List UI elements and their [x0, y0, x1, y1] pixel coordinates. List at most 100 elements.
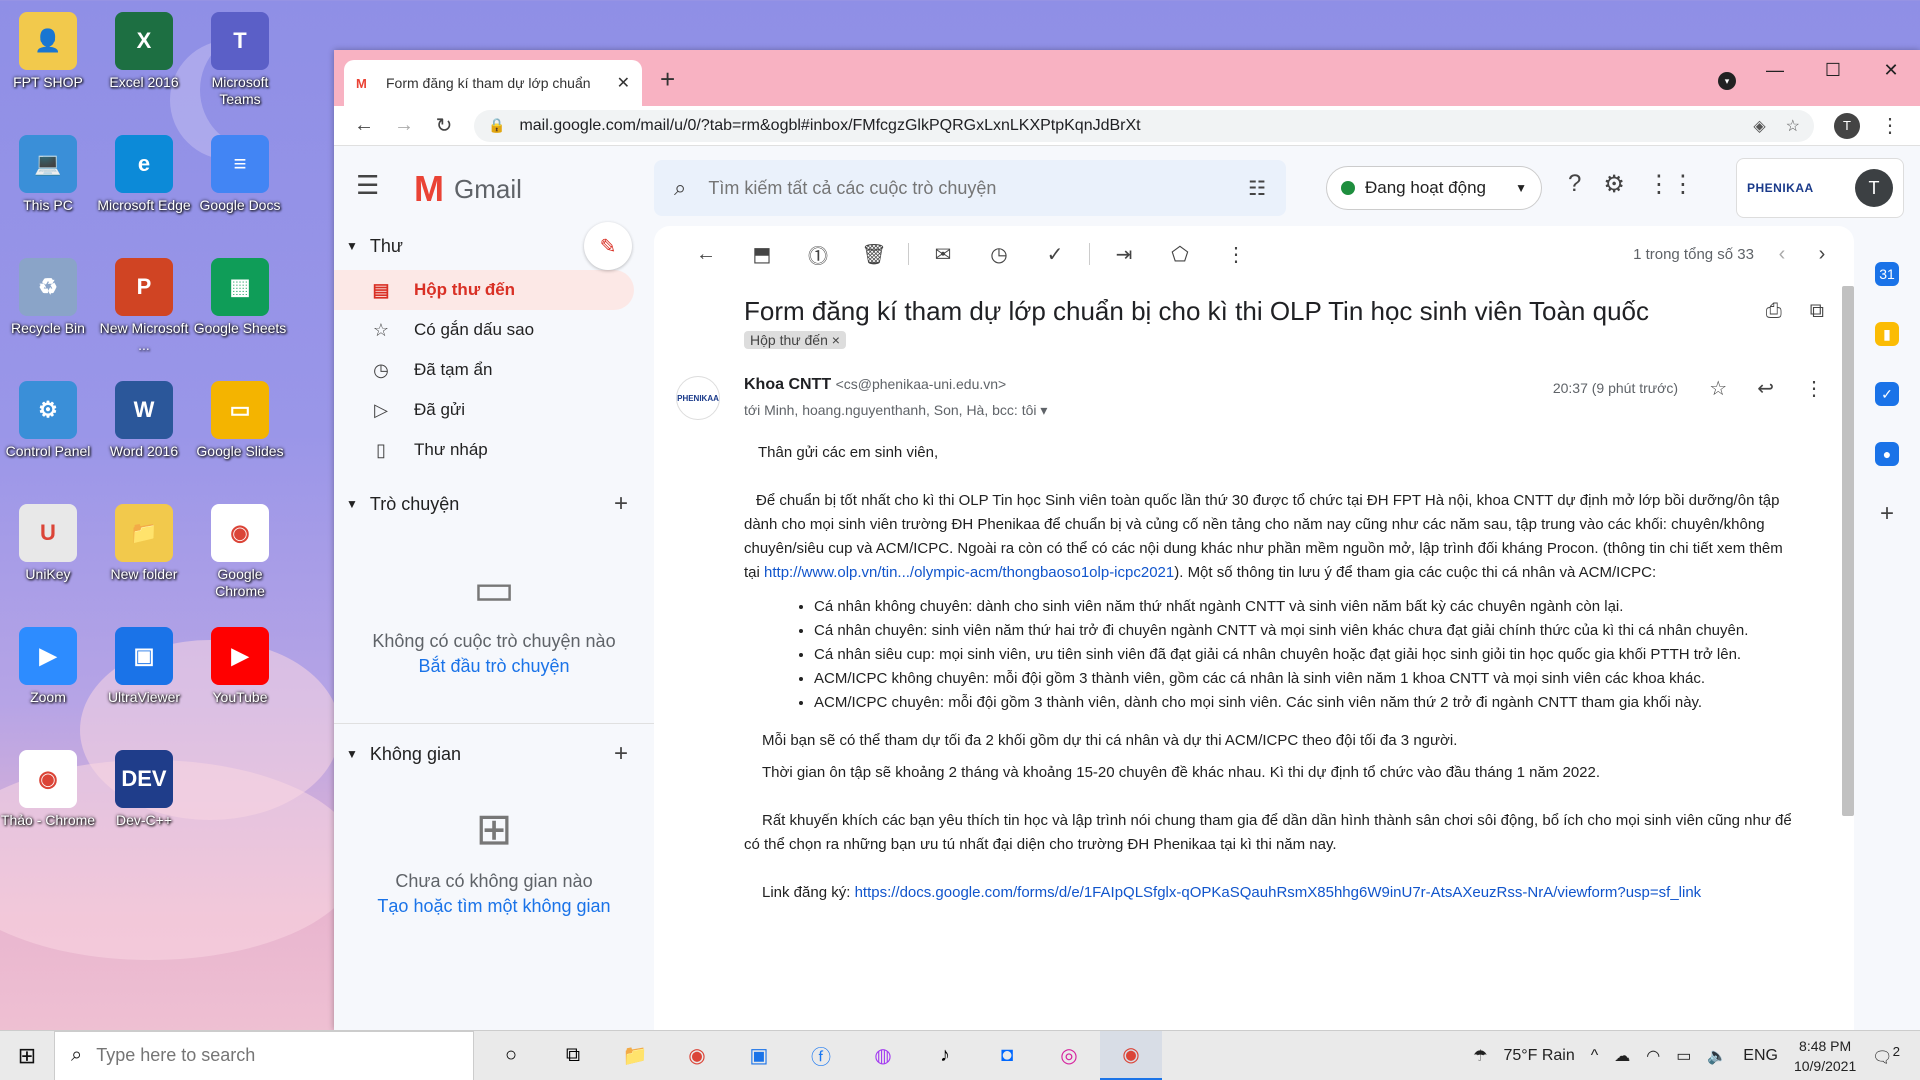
mark-unread-icon[interactable]: ✉: [915, 242, 971, 267]
scrollbar[interactable]: [1842, 286, 1854, 816]
desktop-icon[interactable]: ≡ Google Docs: [192, 127, 288, 214]
search-options-icon[interactable]: ☷: [1248, 176, 1266, 201]
delete-icon[interactable]: 🗑: [846, 242, 902, 267]
desktop-icon[interactable]: ◉ Thảo - Chrome: [0, 742, 96, 829]
facebook-icon[interactable]: ⓕ: [790, 1031, 852, 1080]
weather-text[interactable]: 75°F Rain: [1503, 1047, 1574, 1065]
clock[interactable]: 8:48 PM 10/9/2021: [1794, 1036, 1856, 1076]
desktop-icon[interactable]: 📁 New folder: [96, 496, 192, 583]
snooze-icon[interactable]: ◷: [971, 242, 1027, 267]
nav-item-send[interactable]: ▷ Đã gửi: [334, 390, 634, 430]
close-button[interactable]: ✕: [1862, 50, 1920, 90]
account-panel[interactable]: PHENIKAA T: [1736, 158, 1904, 218]
compose-button[interactable]: ✎: [584, 222, 632, 270]
chat-section-header[interactable]: ▼ Trò chuyện +: [334, 484, 654, 524]
nav-item-inbox[interactable]: ▤ Hộp thư đến: [334, 270, 634, 310]
desktop-icon[interactable]: P New Microsoft ...: [96, 250, 192, 354]
main-menu-icon[interactable]: ☰: [356, 170, 379, 201]
calendar-icon[interactable]: 31: [1875, 262, 1899, 286]
add-space-button[interactable]: +: [614, 740, 628, 768]
gmail-logo[interactable]: M Gmail: [414, 168, 522, 210]
chrome-icon[interactable]: ◉: [666, 1031, 728, 1080]
open-new-window-icon[interactable]: ⧉: [1810, 300, 1824, 323]
sender-name[interactable]: Khoa CNTT: [744, 376, 831, 393]
create-space-link[interactable]: Tạo hoặc tìm một không gian: [334, 896, 654, 917]
extension-icon[interactable]: ◈: [1753, 116, 1765, 136]
nav-item-star[interactable]: ☆ Có gắn dấu sao: [334, 310, 634, 350]
more-options-icon[interactable]: ⋮: [1208, 242, 1264, 267]
next-email-icon[interactable]: ›: [1810, 243, 1834, 266]
olp-link[interactable]: http://www.olp.vn/tin.../olympic-acm/tho…: [764, 564, 1174, 581]
gear-icon[interactable]: ⚙: [1603, 170, 1625, 199]
contacts-icon[interactable]: ●: [1875, 442, 1899, 466]
account-avatar[interactable]: T: [1855, 169, 1893, 207]
reload-button[interactable]: ↻: [424, 113, 464, 138]
forward-button[interactable]: →: [384, 114, 424, 137]
label-icon[interactable]: ⬠: [1152, 242, 1208, 267]
bookmark-star-icon[interactable]: ☆: [1786, 116, 1800, 136]
desktop-icon[interactable]: 👤 FPT SHOP: [0, 4, 96, 91]
chrome-profile-icon[interactable]: ◉: [1100, 1030, 1162, 1080]
tab-search-icon[interactable]: ▾: [1718, 72, 1736, 90]
report-spam-icon[interactable]: ⓵: [790, 240, 846, 269]
desktop-icon[interactable]: T Microsoft Teams: [192, 4, 288, 108]
desktop-icon[interactable]: X Excel 2016: [96, 4, 192, 91]
desktop-icon[interactable]: ⚙ Control Panel: [0, 373, 96, 460]
desktop-icon[interactable]: W Word 2016: [96, 373, 192, 460]
add-chat-button[interactable]: +: [614, 490, 628, 518]
desktop-icon[interactable]: e Microsoft Edge: [96, 127, 192, 214]
messenger-icon[interactable]: ◍: [852, 1031, 914, 1080]
reply-icon[interactable]: ↩: [1757, 376, 1774, 401]
keep-icon[interactable]: ▮: [1875, 322, 1899, 346]
archive-icon[interactable]: ⬒: [734, 242, 790, 267]
tab-close-button[interactable]: ✕: [617, 73, 630, 93]
search-icon[interactable]: ⌕: [674, 175, 686, 201]
tray-chevron-icon[interactable]: ^: [1591, 1047, 1599, 1065]
desktop-icon[interactable]: ▣ UltraViewer: [96, 619, 192, 706]
search-input[interactable]: [708, 177, 1249, 199]
prev-email-icon[interactable]: ‹: [1770, 243, 1794, 266]
add-addon-icon[interactable]: +: [1875, 502, 1899, 526]
chrome-menu-icon[interactable]: ⋮: [1870, 113, 1910, 138]
add-task-icon[interactable]: ✓: [1027, 242, 1083, 267]
instagram-icon[interactable]: ◎: [1038, 1031, 1100, 1080]
battery-icon[interactable]: ▭: [1676, 1046, 1691, 1066]
nav-item-draft[interactable]: ▯ Thư nháp: [334, 430, 634, 470]
volume-icon[interactable]: 🔈: [1707, 1046, 1727, 1066]
desktop-icon[interactable]: 💻 This PC: [0, 127, 96, 214]
start-chat-link[interactable]: Bắt đầu trò chuyện: [334, 656, 654, 677]
zalo-icon[interactable]: ◘: [976, 1031, 1038, 1080]
desktop-icon[interactable]: ▭ Google Slides: [192, 373, 288, 460]
tasks-icon[interactable]: ✓: [1875, 382, 1899, 406]
desktop-icon[interactable]: DEV Dev-C++: [96, 742, 192, 829]
recipients[interactable]: tới Minh, hoang.nguyenthanh, Son, Hà, bc…: [744, 402, 1854, 419]
wifi-icon[interactable]: ◠: [1646, 1046, 1660, 1066]
desktop-icon[interactable]: ▶ YouTube: [192, 619, 288, 706]
more-icon[interactable]: ⋮: [1804, 376, 1824, 401]
maximize-button[interactable]: ☐: [1804, 50, 1862, 90]
task-view-icon[interactable]: ⧉: [542, 1031, 604, 1080]
mail-section-header[interactable]: ▼ Thư ✎: [334, 222, 654, 270]
print-icon[interactable]: ⎙: [1766, 300, 1782, 323]
new-tab-button[interactable]: +: [660, 64, 675, 95]
url-field[interactable]: 🔒 mail.google.com/mail/u/0/?tab=rm&ogbl#…: [474, 109, 1814, 142]
status-dropdown[interactable]: Đang hoạt động ▼: [1326, 166, 1542, 210]
desktop-icon[interactable]: ◉ Google Chrome: [192, 496, 288, 600]
onedrive-icon[interactable]: ☁: [1614, 1046, 1630, 1066]
register-link[interactable]: https://docs.google.com/forms/d/e/1FAIpQ…: [855, 884, 1702, 901]
desktop-icon[interactable]: ▦ Google Sheets: [192, 250, 288, 337]
ultraviewer-icon[interactable]: ▣: [728, 1031, 790, 1080]
help-icon[interactable]: ?: [1568, 170, 1581, 199]
profile-avatar[interactable]: T: [1834, 112, 1860, 139]
windows-start-icon[interactable]: ⊞: [0, 1043, 54, 1069]
move-to-icon[interactable]: ⇥: [1096, 242, 1152, 267]
weather-icon[interactable]: ☂: [1473, 1046, 1487, 1066]
desktop-icon[interactable]: ▶ Zoom: [0, 619, 96, 706]
tiktok-icon[interactable]: ♪: [914, 1031, 976, 1080]
minimize-button[interactable]: —: [1746, 50, 1804, 90]
star-icon[interactable]: ☆: [1709, 376, 1727, 401]
apps-grid-icon[interactable]: ⋮⋮: [1647, 170, 1695, 199]
desktop-icon[interactable]: ♻ Recycle Bin: [0, 250, 96, 337]
file-explorer-icon[interactable]: 📁: [604, 1031, 666, 1080]
language-indicator[interactable]: ENG: [1743, 1047, 1778, 1065]
